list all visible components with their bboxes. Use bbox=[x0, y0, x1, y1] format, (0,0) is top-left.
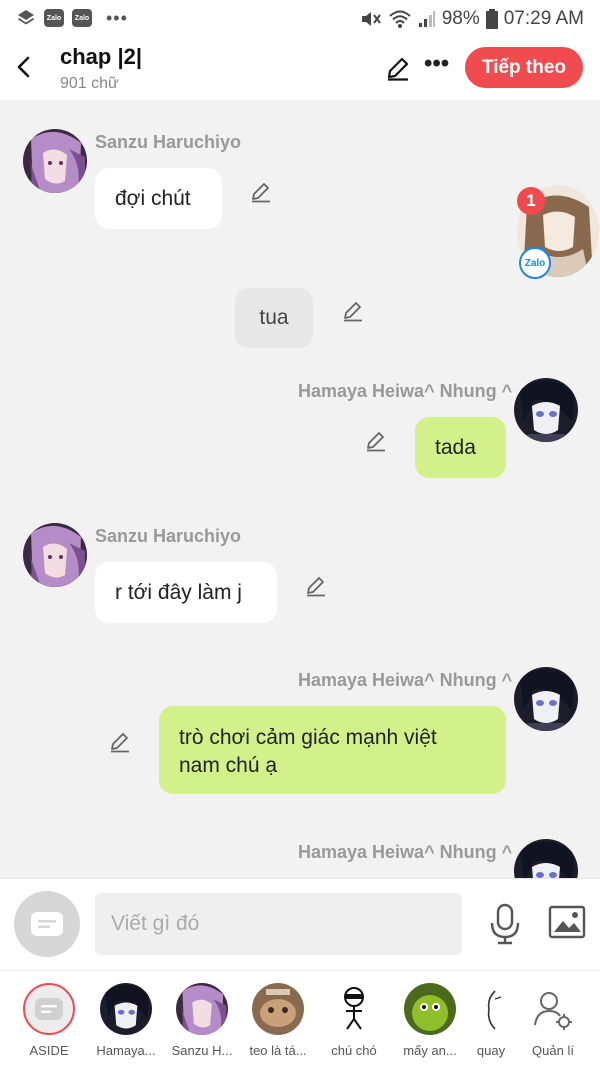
narration-toggle-button[interactable] bbox=[14, 891, 80, 957]
message-bubble[interactable]: tada bbox=[415, 417, 506, 478]
cast-item-teo[interactable]: teo là tá... bbox=[240, 981, 316, 1061]
avatar[interactable] bbox=[23, 523, 87, 587]
message-bubble[interactable]: đợi chút bbox=[95, 168, 222, 229]
unread-badge: 1 bbox=[517, 187, 545, 215]
message-text: r tới đây làm j bbox=[115, 580, 242, 604]
chat-area[interactable]: Sanzu Haruchiyo đợi chút tua Hamaya Heiw… bbox=[0, 100, 600, 878]
cast-item-chu-cho[interactable]: chú chó bbox=[316, 981, 392, 1061]
avatar bbox=[100, 983, 152, 1035]
cast-item-hamaya[interactable]: Hamaya... bbox=[88, 981, 164, 1061]
more-notifications-icon: ••• bbox=[106, 8, 128, 28]
image-icon[interactable] bbox=[548, 905, 586, 939]
edit-icon[interactable] bbox=[384, 54, 412, 82]
cast-label: Sanzu H... bbox=[171, 1043, 233, 1058]
floating-chat-head[interactable]: 1 Zalo bbox=[517, 185, 599, 279]
message-bubble[interactable]: r tới đây làm j bbox=[95, 562, 277, 623]
message-composer bbox=[0, 878, 600, 970]
message-text: tada bbox=[435, 435, 476, 459]
cast-item-sanzu[interactable]: Sanzu H... bbox=[164, 981, 240, 1061]
cast-label: Hamaya... bbox=[96, 1043, 156, 1058]
microphone-icon[interactable] bbox=[488, 903, 522, 945]
cast-item-manage[interactable]: Quản lí bbox=[515, 981, 591, 1061]
cast-label: teo là tá... bbox=[249, 1043, 307, 1058]
signal-icon bbox=[418, 11, 435, 27]
system-indicators: 98% 07:29 AM bbox=[360, 8, 584, 30]
avatar[interactable] bbox=[514, 667, 578, 731]
sender-name: Hamaya Heiwa^ Nhung ^ bbox=[298, 842, 513, 862]
cast-label: Quản lí bbox=[532, 1043, 574, 1058]
sender-name: Sanzu Haruchiyo bbox=[95, 132, 242, 152]
edit-message-icon[interactable] bbox=[304, 574, 328, 598]
mute-icon bbox=[361, 12, 381, 26]
zalo-icon: Zalo bbox=[44, 9, 64, 27]
message-text: tua bbox=[259, 306, 289, 329]
status-bar: Zalo Zalo ••• 98% 07:29 AM bbox=[0, 0, 600, 36]
more-options-icon[interactable]: ••• bbox=[424, 50, 449, 78]
avatar bbox=[465, 983, 517, 1035]
word-count: 901 chữ bbox=[60, 75, 119, 92]
avatar[interactable] bbox=[514, 378, 578, 442]
message-text: trò chơi cảm giác mạnh việt nam chú ạ bbox=[179, 726, 437, 777]
notification-icons: Zalo Zalo ••• bbox=[16, 8, 128, 28]
narration-bubble[interactable]: tua bbox=[235, 288, 313, 348]
sender-name: Sanzu Haruchiyo bbox=[95, 526, 242, 546]
next-button[interactable]: Tiếp theo bbox=[465, 47, 583, 88]
zalo-icon: Zalo bbox=[519, 247, 551, 279]
cast-label: ASIDE bbox=[29, 1043, 69, 1058]
layers-icon bbox=[18, 10, 34, 25]
clock: 07:29 AM bbox=[503, 8, 584, 29]
message-text: đợi chút bbox=[115, 186, 191, 210]
edit-message-icon[interactable] bbox=[364, 429, 388, 453]
edit-message-icon[interactable] bbox=[249, 180, 273, 204]
edit-message-icon[interactable] bbox=[341, 299, 365, 323]
avatar bbox=[404, 983, 456, 1035]
sender-name: Hamaya Heiwa^ Nhung ^ bbox=[298, 670, 513, 690]
avatar bbox=[176, 983, 228, 1035]
avatar bbox=[328, 983, 380, 1035]
manage-characters-icon bbox=[527, 983, 579, 1035]
avatar[interactable] bbox=[514, 839, 578, 878]
character-bar: ASIDE Hamaya... Sanzu H... teo là tá... … bbox=[0, 970, 600, 1067]
battery-icon bbox=[485, 9, 498, 29]
message-input[interactable] bbox=[95, 893, 462, 955]
back-arrow-icon[interactable] bbox=[12, 52, 36, 82]
message-bubble[interactable]: trò chơi cảm giác mạnh việt nam chú ạ bbox=[159, 706, 506, 794]
cast-item-aside[interactable]: ASIDE bbox=[11, 981, 87, 1061]
aside-avatar bbox=[23, 983, 75, 1035]
battery-percent: 98% bbox=[441, 8, 480, 29]
sender-name: Hamaya Heiwa^ Nhung ^ bbox=[298, 381, 513, 401]
avatar[interactable] bbox=[23, 129, 87, 193]
chapter-header: chap |2| 901 chữ ••• Tiếp theo bbox=[0, 36, 600, 100]
zalo-icon: Zalo bbox=[72, 9, 92, 27]
chapter-title: chap |2| bbox=[60, 44, 143, 69]
message-icon bbox=[31, 912, 63, 936]
wifi-icon bbox=[389, 10, 411, 28]
edit-message-icon[interactable] bbox=[108, 730, 132, 754]
avatar bbox=[252, 983, 304, 1035]
message-icon bbox=[35, 998, 63, 1020]
cast-label: chú chó bbox=[331, 1043, 377, 1058]
